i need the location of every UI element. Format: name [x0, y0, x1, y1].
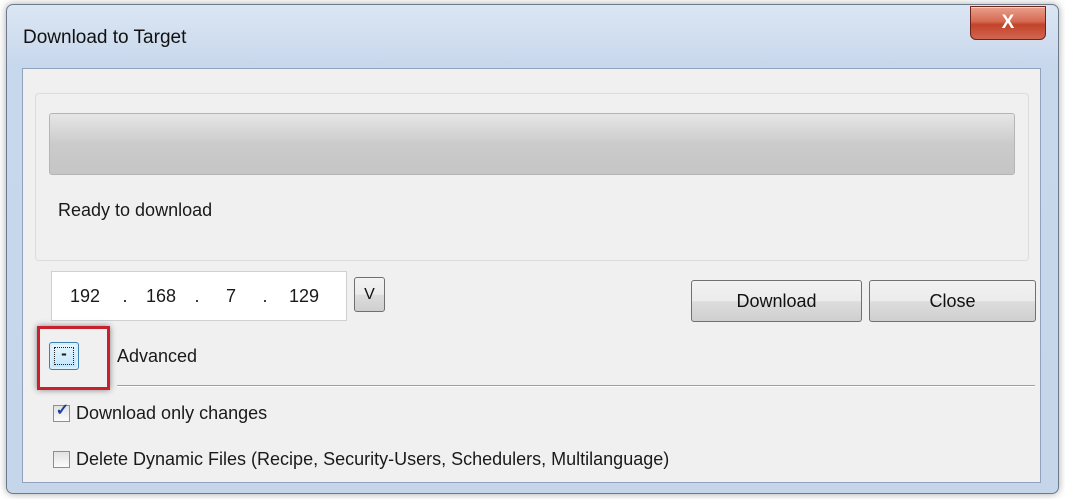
download-only-changes-label: Download only changes	[76, 403, 268, 423]
dialog-body: Ready to download 192 . 168 . 7 . 129 V …	[22, 68, 1041, 483]
status-text: Ready to download	[58, 200, 213, 220]
window-title: Download to Target	[23, 27, 187, 48]
download-button[interactable]: Download	[691, 280, 862, 322]
window-close-button[interactable]: X	[970, 6, 1046, 40]
advanced-label: Advanced	[117, 346, 198, 366]
ip-address-field[interactable]: 192 . 168 . 7 . 129	[51, 271, 347, 321]
ip-octet-3[interactable]: 7	[204, 286, 258, 307]
advanced-separator	[117, 385, 1035, 387]
ip-separator: .	[194, 285, 200, 306]
version-button[interactable]: V	[354, 277, 385, 312]
close-button[interactable]: Close	[869, 280, 1036, 322]
delete-dynamic-files-label: Delete Dynamic Files (Recipe, Security-U…	[76, 449, 670, 469]
checkmark-icon	[54, 448, 71, 465]
focus-rectangle	[54, 347, 74, 365]
download-only-changes-checkbox[interactable]: ✓	[53, 402, 70, 422]
download-dialog: Download to Target X Ready to download 1…	[6, 4, 1059, 494]
checkmark-icon: ✓	[55, 402, 70, 419]
ip-octet-2[interactable]: 168	[132, 286, 190, 307]
download-only-changes-option[interactable]: ✓ Download only changes	[53, 402, 268, 424]
progress-panel: Ready to download	[35, 93, 1029, 261]
ip-separator: .	[262, 285, 268, 306]
delete-dynamic-files-option[interactable]: Delete Dynamic Files (Recipe, Security-U…	[53, 449, 669, 470]
delete-dynamic-files-checkbox[interactable]	[53, 451, 70, 468]
ip-octet-1[interactable]: 192	[52, 286, 118, 307]
ip-octet-4[interactable]: 129	[272, 286, 336, 307]
progress-bar	[49, 113, 1015, 175]
advanced-toggle-button[interactable]: -	[49, 342, 79, 370]
ip-separator: .	[122, 285, 128, 306]
